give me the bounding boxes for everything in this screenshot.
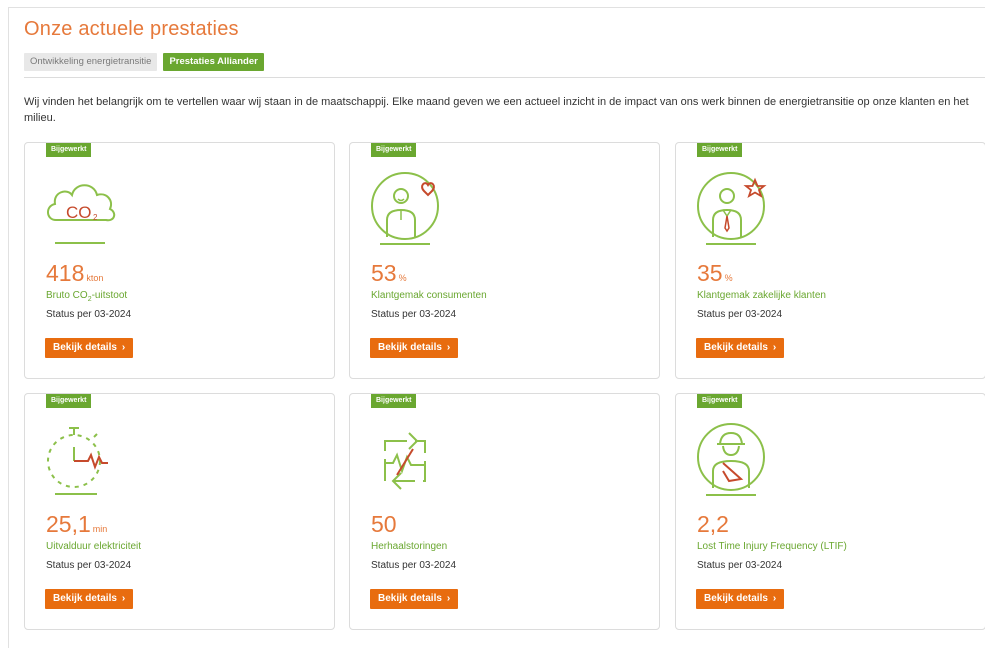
- details-button[interactable]: Bekijk details ›: [696, 338, 785, 358]
- kpi-label: Klantgemak consumenten: [371, 290, 487, 301]
- page-title: Onze actuele prestaties: [24, 18, 239, 40]
- frame-top-border: [8, 7, 985, 8]
- kpi-unit: min: [92, 524, 108, 534]
- kpi-card-ltif: Bijgewerkt 2,2 Lost Time Injury Frequenc…: [675, 393, 985, 630]
- chevron-right-icon: ›: [772, 593, 777, 604]
- details-button[interactable]: Bekijk details ›: [696, 589, 785, 609]
- kpi-label: Lost Time Injury Frequency (LTIF): [697, 541, 847, 552]
- updated-badge: Bijgewerkt: [371, 143, 417, 157]
- kpi-status: Status per 03-2024: [46, 309, 132, 320]
- kpi-status: Status per 03-2024: [371, 309, 457, 320]
- chevron-right-icon: ›: [446, 593, 451, 604]
- kpi-card-klantgemak-zakelijk: Bijgewerkt 35% Klantgemak zakelijke klan…: [675, 142, 985, 379]
- kpi-status: Status per 03-2024: [46, 560, 132, 571]
- kpi-label: Bruto CO2-uitstoot: [46, 290, 128, 303]
- repeat-pulse-icon: [367, 419, 443, 499]
- updated-badge: Bijgewerkt: [371, 394, 417, 408]
- chevron-right-icon: ›: [446, 342, 451, 353]
- frame-left-border: [8, 7, 9, 648]
- intro-text: Wij vinden het belangrijk om te vertelle…: [24, 96, 969, 124]
- details-button[interactable]: Bekijk details ›: [45, 338, 134, 358]
- kpi-unit: %: [724, 273, 733, 283]
- kpi-label: Herhaalstoringen: [371, 541, 448, 552]
- businessperson-star-icon: [693, 168, 769, 248]
- kpi-card-co2: Bijgewerkt CO 2 418 kton Bruto CO2-uitsto…: [24, 142, 335, 379]
- kpi-value: 418 kton: [46, 260, 104, 286]
- co2-cloud-icon: CO 2: [42, 168, 118, 248]
- details-button[interactable]: Bekijk details ›: [370, 589, 459, 609]
- details-button[interactable]: Bekijk details ›: [370, 338, 459, 358]
- kpi-status: Status per 03-2024: [697, 560, 783, 571]
- updated-badge: Bijgewerkt: [46, 143, 92, 157]
- kpi-status: Status per 03-2024: [371, 560, 457, 571]
- tab-divider: [24, 77, 985, 78]
- stopwatch-pulse-icon: [42, 419, 118, 499]
- kpi-unit: %: [398, 273, 407, 283]
- kpi-card-uitvalduur: Bijgewerkt 25,1 min Uitvalduur elektricit…: [24, 393, 335, 630]
- kpi-card-klantgemak-consumenten: Bijgewerkt 53% Klantgemak consumenten St…: [349, 142, 660, 379]
- tab-prestaties-alliander[interactable]: Prestaties Alliander: [163, 53, 264, 71]
- svg-text:2: 2: [93, 213, 98, 222]
- injured-worker-icon: [693, 419, 769, 499]
- updated-badge: Bijgewerkt: [697, 143, 743, 157]
- kpi-value: 25,1 min: [46, 511, 108, 537]
- kpi-unit: kton: [86, 273, 104, 283]
- updated-badge: Bijgewerkt: [46, 394, 92, 408]
- chevron-right-icon: ›: [121, 342, 126, 353]
- kpi-value: 35%: [697, 260, 733, 286]
- kpi-value: 50: [371, 511, 397, 537]
- kpi-label: Uitvalduur elektriciteit: [46, 541, 142, 552]
- updated-badge: Bijgewerkt: [697, 394, 743, 408]
- kpi-value: 53%: [371, 260, 407, 286]
- details-button[interactable]: Bekijk details ›: [45, 589, 134, 609]
- tab-bar: Ontwikkeling energietransitie Prestaties…: [24, 53, 264, 71]
- chevron-right-icon: ›: [772, 342, 777, 353]
- person-heart-icon: [367, 168, 443, 248]
- kpi-status: Status per 03-2024: [697, 309, 783, 320]
- kpi-label: Klantgemak zakelijke klanten: [697, 290, 826, 301]
- chevron-right-icon: ›: [121, 593, 126, 604]
- tab-ontwikkeling-energietransitie[interactable]: Ontwikkeling energietransitie: [24, 53, 158, 71]
- svg-text:CO: CO: [66, 203, 92, 222]
- kpi-value: 2,2: [697, 511, 729, 537]
- kpi-card-herhaalstoringen: Bijgewerkt 50 Herhaalstoringen Status pe…: [349, 393, 660, 630]
